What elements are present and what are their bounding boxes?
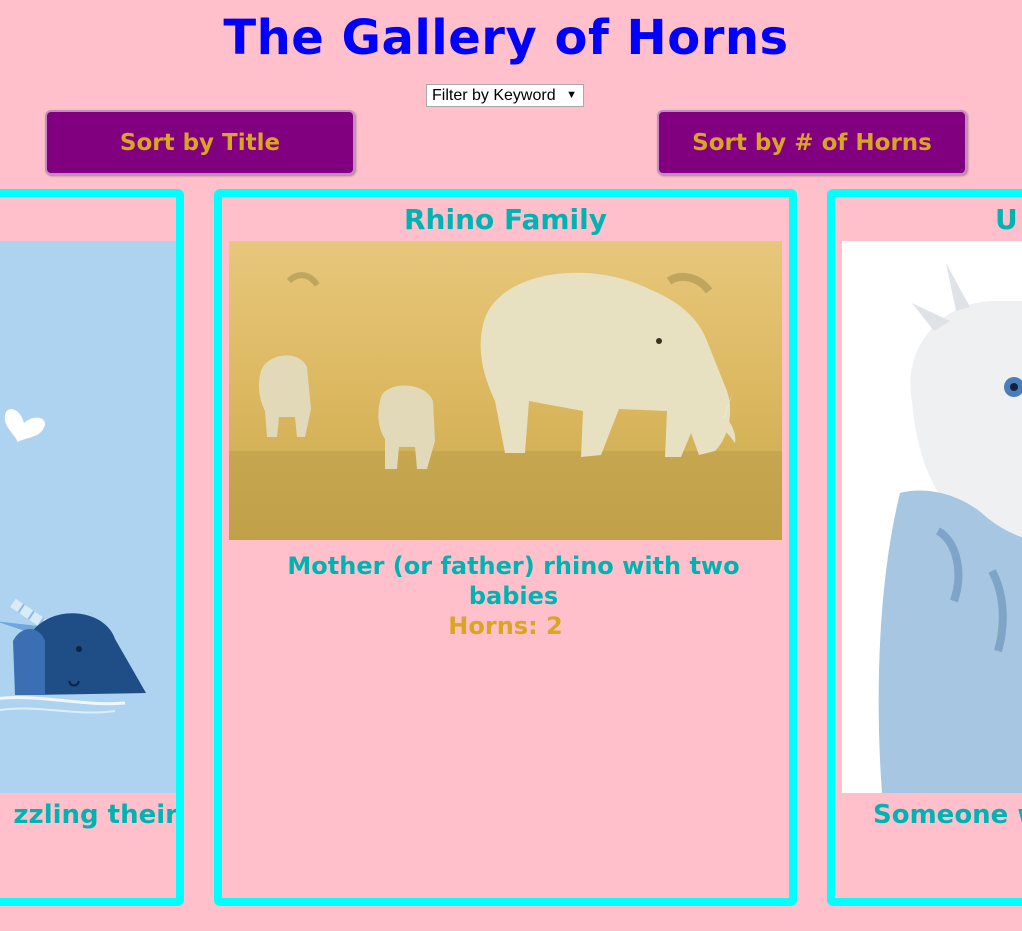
narwhal-image: [0, 241, 176, 793]
rhino-family-image: [229, 241, 782, 540]
filter-select-label: Filter by Keyword: [432, 87, 556, 104]
card-title: Rhino Family: [403, 203, 607, 236]
card-description: zzling their: [13, 800, 178, 830]
page-title: The Gallery of Horns: [223, 10, 789, 66]
keyword-filter-select[interactable]: Filter by Keyword ▼: [426, 84, 584, 107]
sort-by-horns-button[interactable]: Sort by # of Horns: [657, 110, 967, 175]
sort-by-title-button[interactable]: Sort by Title: [45, 110, 355, 175]
horn-card-unicorn: U Someone w: [827, 189, 1022, 906]
chevron-down-icon: ▼: [566, 89, 577, 101]
horn-card-rhino-family: Rhino Family Mother (or father) rhino wi…: [214, 189, 797, 906]
horn-card-narwhal: zzling their: [0, 189, 184, 906]
card-description: Mother (or father) rhino with two babies: [287, 552, 740, 610]
unicorn-image: [842, 241, 1022, 793]
card-title: U: [995, 203, 1018, 236]
card-horns-count: Horns: 2: [448, 612, 563, 640]
card-description: Someone w: [873, 800, 1022, 830]
